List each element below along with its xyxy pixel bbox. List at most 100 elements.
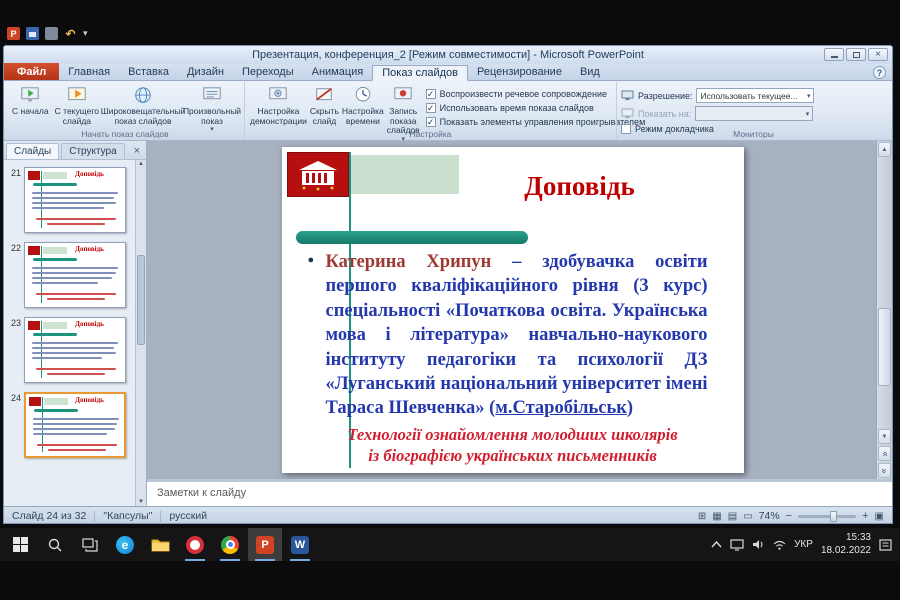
from-current-slide-button[interactable]: С текущего слайда xyxy=(52,84,102,128)
group-setup: Настройка демонстрации Скрыть слайд Наст… xyxy=(244,82,616,140)
slide-body-text[interactable]: Катерина Хрипун – здобувачка освіти перш… xyxy=(326,250,708,421)
powerpoint-app-icon[interactable]: P xyxy=(7,27,20,40)
ribbon: С начала С текущего слайда Широковещател… xyxy=(4,81,892,141)
next-slide-button[interactable]: » xyxy=(878,463,891,478)
thumbnail[interactable]: Доповідь xyxy=(24,167,126,233)
system-tray: УКР 15:33 18.02.2022 xyxy=(711,532,897,557)
scrollbar-track[interactable] xyxy=(877,158,892,428)
task-view-button[interactable] xyxy=(73,528,107,561)
start-button[interactable] xyxy=(3,528,37,561)
tab-design[interactable]: Дизайн xyxy=(178,64,233,80)
monitor-tray-icon[interactable] xyxy=(730,539,744,551)
tab-animation[interactable]: Анимация xyxy=(303,64,373,80)
zoom-slider[interactable] xyxy=(798,515,856,518)
hide-slide-button[interactable]: Скрыть слайд xyxy=(309,84,340,128)
thumbnail[interactable]: Доповідь xyxy=(24,317,126,383)
windows-logo-icon xyxy=(13,537,28,552)
minimize-button[interactable] xyxy=(824,48,844,61)
restore-button[interactable] xyxy=(846,48,866,61)
language-indicator[interactable]: русский xyxy=(169,510,207,522)
slide-sorter-view-icon[interactable]: ▦ xyxy=(712,511,721,522)
tab-review[interactable]: Рецензирование xyxy=(468,64,571,80)
search-button[interactable] xyxy=(38,528,72,561)
fit-to-window-icon[interactable]: ▣ xyxy=(875,511,884,522)
help-icon[interactable]: ? xyxy=(873,66,886,79)
tab-home[interactable]: Главная xyxy=(59,64,119,80)
previous-slide-button[interactable]: » xyxy=(878,446,891,461)
tab-insert[interactable]: Вставка xyxy=(119,64,178,80)
scroll-down-icon[interactable]: ▼ xyxy=(878,429,891,444)
clock[interactable]: 15:33 18.02.2022 xyxy=(821,532,871,557)
chrome-taskbar-icon[interactable] xyxy=(213,528,247,561)
resolution-row: Разрешение: Использовать текущее... ▾ xyxy=(621,88,814,103)
speaker-icon[interactable] xyxy=(752,539,765,550)
print-icon[interactable] xyxy=(45,27,58,40)
pane-scrollbar[interactable]: ▲ ▼ xyxy=(135,160,146,506)
powerpoint-taskbar-icon[interactable]: P xyxy=(248,528,282,561)
zoom-in-icon[interactable]: + xyxy=(862,510,868,522)
word-taskbar-icon[interactable]: W xyxy=(283,528,317,561)
slide-number: 22 xyxy=(6,242,21,253)
close-button[interactable]: × xyxy=(868,48,888,61)
play-screen-icon xyxy=(19,86,41,106)
notes-pane[interactable]: Заметки к слайду xyxy=(147,479,892,506)
qat-chevron-down-icon[interactable]: ▾ xyxy=(83,28,88,39)
editor-scrollbar[interactable]: ▲ ▼ » » xyxy=(876,141,892,479)
setup-slideshow-button[interactable]: Настройка демонстрации xyxy=(249,84,308,128)
scroll-down-icon[interactable]: ▼ xyxy=(136,499,146,505)
network-icon[interactable] xyxy=(773,540,786,550)
tab-slideshow[interactable]: Показ слайдов xyxy=(372,65,468,81)
checkbox-play-narration[interactable]: Воспроизвести речевое сопровождение xyxy=(426,89,646,99)
slide-title[interactable]: Доповідь xyxy=(432,171,728,202)
tab-view[interactable]: Вид xyxy=(571,64,609,80)
slide-footer-text[interactable]: Технології ознайомлення молодших школярі… xyxy=(298,424,728,467)
thumbnail[interactable]: Доповідь xyxy=(24,392,126,458)
tab-transitions[interactable]: Переходы xyxy=(233,64,303,80)
scrollbar-thumb[interactable] xyxy=(137,255,145,345)
city-underlined-text: м.Старобільськ xyxy=(495,398,627,418)
current-slide[interactable]: Доповідь ● Катерина Хрипун – здобувачка … xyxy=(282,147,744,473)
zoom-level[interactable]: 74% xyxy=(759,510,780,522)
reading-view-icon[interactable]: ▤ xyxy=(728,511,737,522)
opera-taskbar-icon[interactable] xyxy=(178,528,212,561)
scroll-up-icon[interactable]: ▲ xyxy=(878,142,891,157)
slide-thumbnail-21[interactable]: 21 Доповідь xyxy=(6,167,134,233)
thumbnail[interactable]: Доповідь xyxy=(24,242,126,308)
slideshow-view-icon[interactable]: ▭ xyxy=(743,511,752,522)
edge-taskbar-icon[interactable]: e xyxy=(108,528,142,561)
close-pane-icon[interactable]: × xyxy=(130,145,144,159)
slide-editor: Доповідь ● Катерина Хрипун – здобувачка … xyxy=(147,141,878,479)
tray-chevron-up-icon[interactable] xyxy=(711,541,722,548)
save-icon[interactable] xyxy=(26,27,39,40)
slide-thumbnail-24-selected[interactable]: 24 Доповідь xyxy=(6,392,134,458)
scrollbar-thumb[interactable] xyxy=(878,308,891,386)
file-explorer-taskbar-icon[interactable] xyxy=(143,528,177,561)
checkbox-use-timings[interactable]: Использовать время показа слайдов xyxy=(426,103,646,113)
zoom-out-icon[interactable]: − xyxy=(786,510,792,522)
broadcast-slideshow-button[interactable]: Широковещательный показ слайдов xyxy=(103,84,183,128)
keyboard-language[interactable]: УКР xyxy=(794,539,813,550)
action-center-icon[interactable] xyxy=(879,539,892,551)
slide-thumbnail-22[interactable]: 22 Доповідь xyxy=(6,242,134,308)
resolution-select[interactable]: Использовать текущее... ▾ xyxy=(696,88,814,103)
from-beginning-button[interactable]: С начала xyxy=(10,84,51,119)
checkbox-show-media-controls[interactable]: Показать элементы управления проигрывате… xyxy=(426,117,646,127)
setup-checkboxes: Воспроизвести речевое сопровождение Испо… xyxy=(422,84,648,127)
folder-icon xyxy=(151,537,170,552)
clock-icon xyxy=(352,86,374,106)
tab-outline[interactable]: Структура xyxy=(61,143,124,159)
rehearse-timings-button[interactable]: Настройка времени xyxy=(341,84,385,128)
undo-icon[interactable]: ↶ xyxy=(64,27,77,40)
tab-file[interactable]: Файл xyxy=(4,63,59,80)
normal-view-icon[interactable]: ⊞ xyxy=(698,511,706,522)
title-bar[interactable]: Презентация, конференция_2 [Режим совмес… xyxy=(4,46,892,64)
theme-name[interactable]: "Капсулы" xyxy=(103,510,152,522)
tab-slides[interactable]: Слайды xyxy=(6,143,59,159)
slide-number: 23 xyxy=(6,317,21,328)
thumb-title: Доповідь xyxy=(57,170,122,178)
zoom-slider-thumb[interactable] xyxy=(830,511,837,522)
hide-slide-icon xyxy=(313,86,335,106)
search-icon xyxy=(47,537,63,553)
scroll-up-icon[interactable]: ▲ xyxy=(136,161,146,167)
slide-thumbnail-23[interactable]: 23 Доповідь xyxy=(6,317,134,383)
